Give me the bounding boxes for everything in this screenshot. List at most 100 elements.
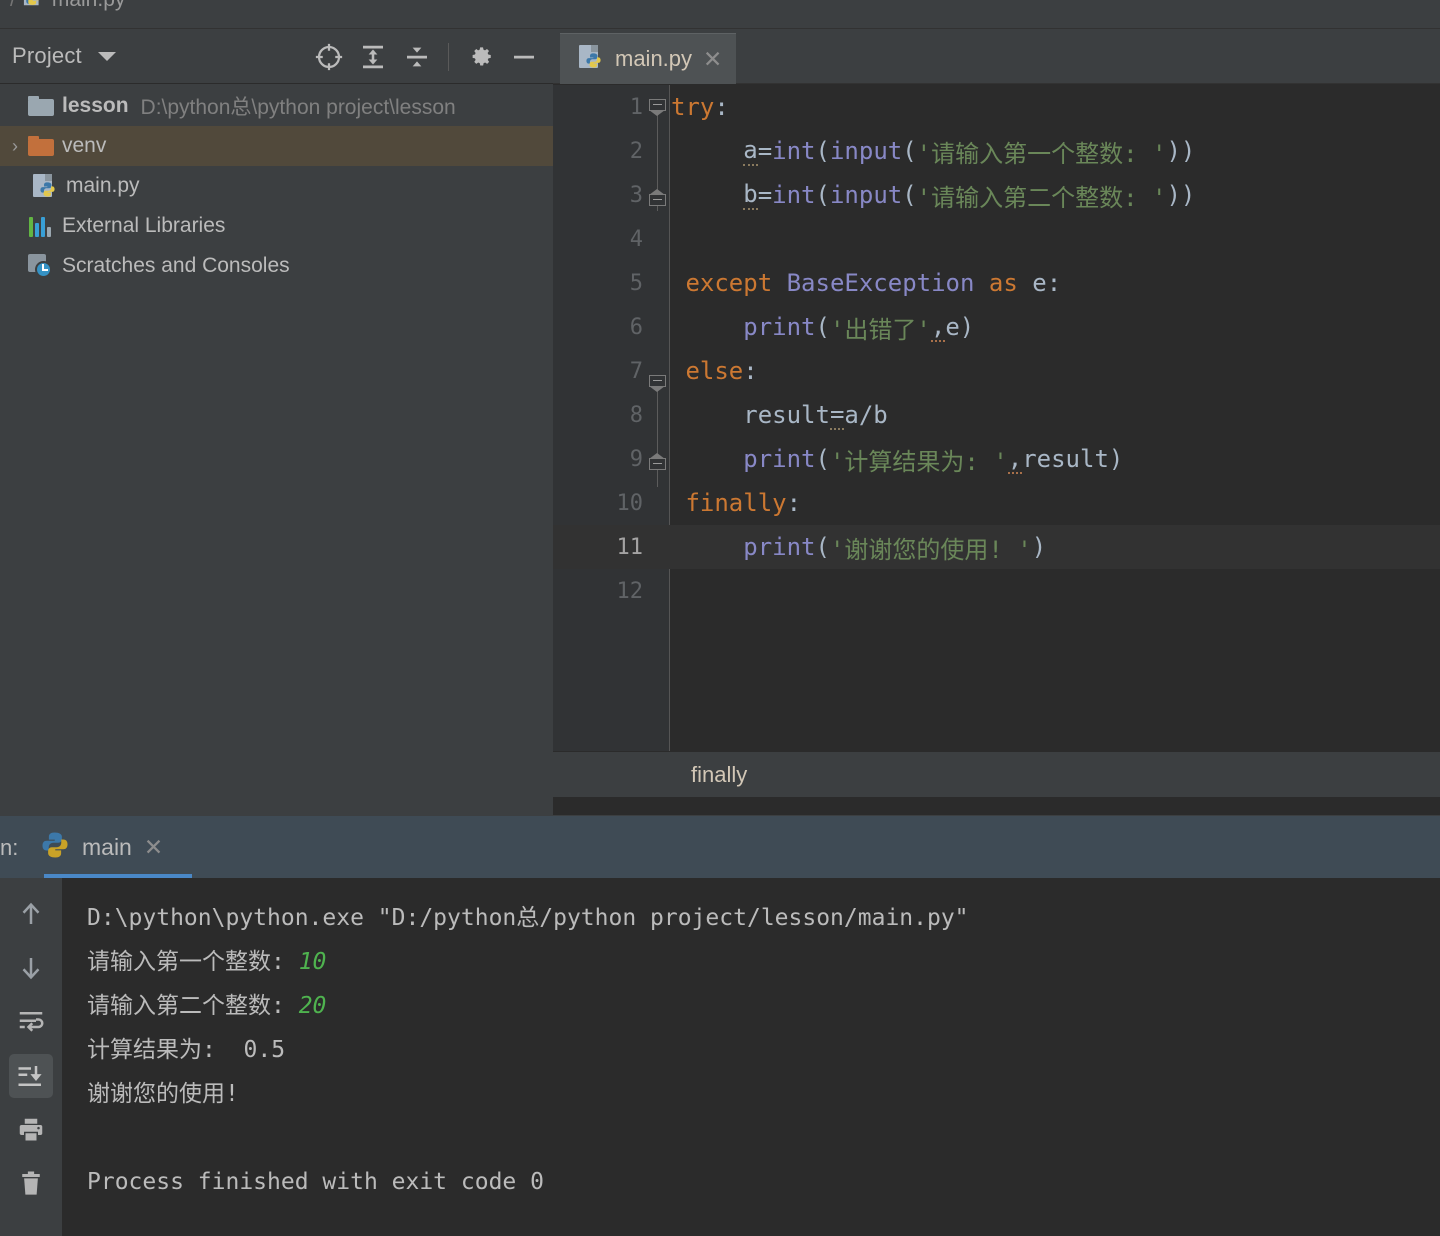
editor-tab-main-py[interactable]: main.py ✕ [560, 33, 737, 84]
breadcrumb-finally[interactable]: finally [691, 762, 747, 788]
line-content: print('计算结果为: ', result) [743, 444, 1124, 476]
line-content: else: [685, 357, 758, 385]
hide-icon[interactable] [503, 36, 545, 78]
chevron-down-icon[interactable] [97, 51, 116, 61]
line-content: b = int(input('请输入第二个整数: ')) [743, 180, 1196, 212]
run-tab-label: main [82, 833, 132, 860]
line-number: 10 [616, 490, 644, 516]
tree-item-label: lesson [62, 94, 129, 117]
console-toolbar [0, 878, 63, 1236]
line-number: 8 [629, 402, 643, 428]
code-line[interactable]: 6 print('出错了', e) [553, 305, 1440, 349]
code-line[interactable]: 8 result = a/b [553, 393, 1440, 437]
tree-item-label: External Libraries [62, 214, 226, 237]
code-line[interactable]: 4 [553, 217, 1440, 261]
line-number: 1 [629, 94, 643, 120]
console-output[interactable]: D:\python\python.exe "D:/python总/python … [63, 878, 1440, 1236]
line-number: 4 [629, 226, 643, 252]
run-panel-header: n: main ✕ [0, 816, 1440, 878]
tree-item-label: Scratches and Consoles [62, 254, 290, 277]
expand-all-icon[interactable] [352, 36, 394, 78]
tree-item-venv[interactable]: › venv [0, 126, 553, 166]
console-scrollbar[interactable] [1434, 878, 1440, 1236]
code-line[interactable]: 5 except BaseException as e: [553, 261, 1440, 305]
select-opened-file-icon[interactable] [308, 36, 350, 78]
library-bars-icon [26, 215, 56, 237]
line-number: 6 [629, 314, 643, 340]
line-content: print('出错了', e) [743, 312, 975, 344]
line-number: 7 [629, 358, 643, 384]
code-line[interactable]: 7 else: [553, 349, 1440, 393]
console-line: 谢谢您的使用! [87, 1081, 239, 1107]
code-line[interactable]: 9 print('计算结果为: ', result) [553, 437, 1440, 481]
line-content: finally: [685, 489, 802, 517]
project-tree: lesson D:\python总\python project\lesson … [0, 84, 553, 286]
breadcrumb: / main.py [10, 0, 125, 14]
settings-gear-icon[interactable] [459, 36, 501, 78]
line-content: try: [671, 93, 729, 121]
line-content: except BaseException as e: [685, 269, 1062, 297]
console-line: 计算结果为: 0.5 [87, 1037, 286, 1063]
console-line: Process finished with exit code 0 [87, 1169, 544, 1195]
editor-tab-strip: main.py ✕ [553, 29, 1440, 84]
run-tab-main[interactable]: main ✕ [24, 816, 192, 878]
line-content: a = int(input('请输入第一个整数: ')) [743, 136, 1196, 168]
breadcrumb-separator: / [10, 0, 16, 12]
tree-item-path: D:\python总\python project\lesson [140, 96, 456, 119]
collapse-all-icon[interactable] [396, 36, 438, 78]
line-number: 5 [629, 270, 643, 296]
project-tool-window: Project lesson D:\python总\python project… [0, 29, 553, 815]
code-line[interactable]: 10 finally: [553, 481, 1440, 525]
console-line: 请输入第一个整数: [87, 949, 299, 975]
console-input-value: 10 [298, 949, 327, 975]
tree-item-label: main.py [66, 174, 140, 197]
tree-item-lesson[interactable]: lesson D:\python总\python project\lesson [0, 86, 553, 126]
line-number: 12 [616, 578, 644, 604]
code-line[interactable]: 12 [553, 569, 1440, 613]
tree-item-main-py[interactable]: main.py [0, 166, 553, 206]
python-file-icon [30, 173, 60, 199]
tree-item-label: venv [62, 134, 107, 157]
project-toolbar [308, 29, 545, 84]
project-panel-header: Project [0, 29, 553, 84]
line-number: 11 [616, 534, 644, 560]
code-editor[interactable]: 1 try: 2 a = int(input('请输入第一个整数: ')) 3 b =… [553, 85, 1440, 797]
code-line[interactable]: 3 b = int(input('请输入第二个整数: ')) [553, 173, 1440, 217]
breadcrumb-file-label: main.py [52, 0, 126, 12]
line-number: 3 [629, 182, 643, 208]
run-window-label: n: [0, 835, 19, 860]
editor-area: main.py ✕ 1 try: 2 a = int (input ('请… [553, 29, 1440, 815]
code-line[interactable]: 1 try: [553, 85, 1440, 129]
editor-breadcrumb-bar: finally [553, 751, 1440, 797]
tree-item-external-libraries[interactable]: External Libraries [0, 206, 553, 246]
pycharm-window: / main.py Project [0, 0, 1440, 1236]
code-line[interactable]: 2 a = int(input('请输入第一个整数: ')) [553, 129, 1440, 173]
trash-icon[interactable] [9, 1162, 53, 1206]
folder-orange-icon [26, 136, 56, 156]
python-icon [40, 830, 70, 865]
tree-item-scratches-and-consoles[interactable]: Scratches and Consoles [0, 246, 553, 286]
chevron-right-icon[interactable]: › [4, 136, 26, 157]
run-tool-window: n: main ✕ D:\python\python.exe "D:/pytho… [0, 816, 1440, 1236]
editor-tab-label: main.py [615, 46, 693, 71]
code-lines: 1 try: 2 a = int(input('请输入第一个整数: ')) 3 b =… [553, 85, 1440, 613]
soft-wrap-icon[interactable] [9, 1000, 53, 1044]
console-line: 请输入第二个整数: [87, 993, 299, 1019]
console-line: D:\python\python.exe "D:/python总/python … [87, 905, 969, 931]
toolbar-divider [448, 42, 449, 71]
top-breadcrumb-strip: / main.py [0, 0, 1440, 29]
line-content: result = a/b [671, 400, 888, 430]
line-number: 9 [629, 446, 643, 472]
close-icon[interactable]: ✕ [144, 835, 163, 859]
python-file-icon [578, 44, 604, 75]
console-input-value: 20 [298, 993, 327, 1019]
line-content: print('谢谢您的使用! ') [743, 533, 1047, 564]
close-icon[interactable]: ✕ [703, 47, 722, 71]
print-icon[interactable] [9, 1108, 53, 1152]
up-arrow-icon[interactable] [9, 892, 53, 936]
scroll-to-end-icon[interactable] [9, 1054, 53, 1098]
code-line-current[interactable]: 11 print('谢谢您的使用! ') [553, 525, 1440, 569]
down-arrow-icon[interactable] [9, 946, 53, 990]
line-number: 2 [629, 138, 643, 164]
